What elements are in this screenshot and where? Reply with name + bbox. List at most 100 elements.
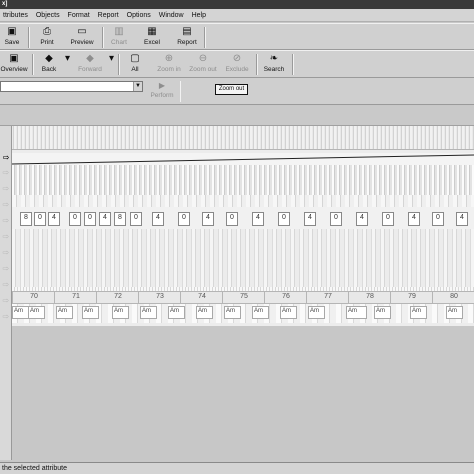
name-cell[interactable]: Am	[56, 306, 73, 319]
attribute-combo[interactable]	[0, 81, 143, 92]
name-cell[interactable]: Am	[140, 306, 157, 319]
name-cell[interactable]: Am	[280, 306, 297, 319]
zoom-out-button[interactable]: ⊖ Zoom out	[187, 52, 219, 77]
grid-cell[interactable]: 0	[432, 212, 444, 226]
menu-objects[interactable]: Objects	[33, 9, 63, 22]
save-button[interactable]: ▣ Save	[0, 25, 24, 50]
year-cell[interactable]: 75	[222, 291, 266, 304]
menu-options[interactable]: Options	[124, 9, 154, 22]
name-cell[interactable]: Am	[252, 306, 269, 319]
perform-button[interactable]: ▶ Perform	[148, 80, 176, 104]
year-cell[interactable]: 72	[96, 291, 140, 304]
menu-attributes[interactable]: ttributes	[0, 9, 31, 22]
forward-button[interactable]: ◆ Forward	[76, 52, 104, 77]
name-cell[interactable]: Am	[410, 306, 427, 319]
exclude-button[interactable]: ⊘ Exclude	[222, 52, 252, 77]
year-cell[interactable]: 70	[12, 291, 56, 304]
back-dropdown[interactable]: ▾	[62, 52, 70, 77]
grid-cell[interactable]: 0	[178, 212, 190, 226]
row-arrow-icon[interactable]: ⇨	[0, 296, 12, 306]
menu-help[interactable]: Help	[189, 9, 209, 22]
grid-cell[interactable]: 0	[69, 212, 81, 226]
search-label: Search	[263, 66, 285, 73]
grid-cell[interactable]: 4	[252, 212, 264, 226]
name-cell[interactable]: Am	[12, 306, 29, 319]
empty-workspace	[12, 326, 474, 460]
year-cell[interactable]: 76	[264, 291, 308, 304]
name-cell[interactable]: Am	[82, 306, 99, 319]
name-cell[interactable]: Am	[112, 306, 129, 319]
menu-window[interactable]: Window	[156, 9, 187, 22]
print-button[interactable]: ⎙ Print	[36, 25, 58, 50]
grid-cell[interactable]: 4	[408, 212, 420, 226]
overview-button[interactable]: ▣ Overview	[0, 52, 28, 77]
name-cell[interactable]: Am	[224, 306, 241, 319]
row-arrow-icon[interactable]: ⇨	[0, 312, 12, 322]
grid-cell[interactable]: 4	[356, 212, 368, 226]
name-cell[interactable]: Am	[308, 306, 325, 319]
preview-button[interactable]: ▭ Preview	[66, 25, 98, 50]
year-cell[interactable]: 74	[180, 291, 224, 304]
name-cell[interactable]: Am	[346, 306, 367, 319]
grid-cell[interactable]: 0	[382, 212, 394, 226]
grid-cell[interactable]: 0	[330, 212, 342, 226]
grid-cell[interactable]: 8	[114, 212, 126, 226]
row-marker-rail: ⇨ ⇨ ⇨ ⇨ ⇨ ⇨ ⇨ ⇨ ⇨ ⇨ ⇨	[0, 126, 12, 460]
zoom-out-label: Zoom out	[189, 66, 217, 73]
grid-cell[interactable]: 0	[278, 212, 290, 226]
search-button[interactable]: ❧ Search	[260, 52, 288, 77]
back-button[interactable]: ◆ Back	[38, 52, 60, 77]
all-button[interactable]: ▢ All	[126, 52, 144, 77]
row-arrow-icon[interactable]: ⇨	[0, 232, 12, 242]
row-arrow-icon[interactable]: ⇨	[0, 200, 12, 210]
name-cell[interactable]: Am	[168, 306, 185, 319]
grid-cell[interactable]: 0	[226, 212, 238, 226]
menu-report[interactable]: Report	[95, 9, 122, 22]
active-row-arrow-icon[interactable]: ⇨	[0, 153, 12, 163]
grid-cell[interactable]: 4	[99, 212, 111, 226]
row-arrow-icon[interactable]: ⇨	[0, 264, 12, 274]
forward-dropdown[interactable]: ▾	[106, 52, 114, 77]
chevron-down-icon: ▾	[108, 53, 115, 64]
row-arrow-icon[interactable]: ⇨	[0, 248, 12, 258]
grid-cell[interactable]: 8	[20, 212, 32, 226]
year-cell[interactable]: 78	[348, 291, 392, 304]
excel-button[interactable]: ▦ Excel	[140, 25, 164, 50]
name-cell[interactable]: Am	[28, 306, 45, 319]
year-row: 70 71 72 73 74 75 76 77 78 79 80	[12, 291, 474, 304]
year-cell[interactable]: 71	[54, 291, 98, 304]
grid-cell[interactable]: 0	[84, 212, 96, 226]
year-cell[interactable]: 73	[138, 291, 182, 304]
chevron-down-icon[interactable]: ▼	[133, 82, 142, 91]
name-cell[interactable]: Am	[196, 306, 213, 319]
preview-icon: ▭	[77, 26, 87, 37]
excel-label: Excel	[144, 39, 160, 46]
row-arrow-icon[interactable]: ⇨	[0, 216, 12, 226]
exclude-icon: ⊘	[232, 53, 242, 64]
year-cell[interactable]: 77	[306, 291, 350, 304]
grid-cell[interactable]: 4	[456, 212, 468, 226]
menu-format[interactable]: Format	[65, 9, 93, 22]
grid-band	[12, 195, 474, 207]
name-cell[interactable]: Am	[374, 306, 391, 319]
grid-cell[interactable]: 0	[34, 212, 46, 226]
zoom-in-icon: ⊕	[164, 53, 174, 64]
grid-cell[interactable]: 4	[48, 212, 60, 226]
year-cell[interactable]: 79	[390, 291, 434, 304]
grid-cell[interactable]: 4	[202, 212, 214, 226]
back-label: Back	[41, 66, 57, 73]
grid-cell[interactable]: 4	[304, 212, 316, 226]
zoom-in-button[interactable]: ⊕ Zoom in	[154, 52, 184, 77]
grid-cell[interactable]: 0	[130, 212, 142, 226]
status-bar: the selected attribute	[0, 462, 474, 474]
row-arrow-icon[interactable]: ⇨	[0, 168, 12, 178]
name-cell[interactable]: Am	[446, 306, 463, 319]
back-arrow-icon: ◆	[45, 53, 53, 64]
row-arrow-icon[interactable]: ⇨	[0, 280, 12, 290]
chart-button[interactable]: ▥ Chart	[108, 25, 130, 50]
navigation-toolbar: ▣ Overview ◆ Back ▾ ◆ Forward ▾ ▢ All ⊕ …	[0, 50, 474, 78]
year-cell[interactable]: 80	[432, 291, 474, 304]
row-arrow-icon[interactable]: ⇨	[0, 184, 12, 194]
report-button[interactable]: ▤ Report	[174, 25, 200, 50]
grid-cell[interactable]: 4	[152, 212, 164, 226]
